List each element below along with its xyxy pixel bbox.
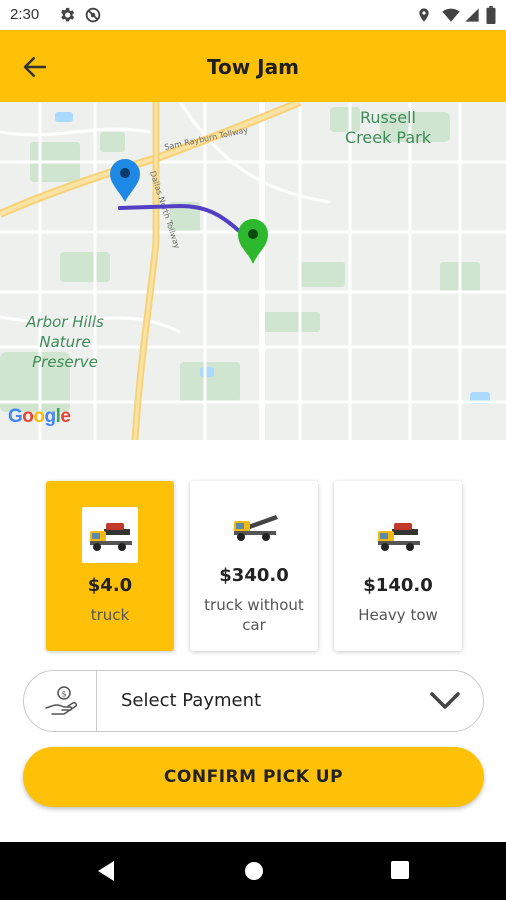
- google-logo: Google: [8, 406, 71, 427]
- page-title: Tow Jam: [207, 55, 299, 79]
- gear-icon: [58, 6, 76, 28]
- chevron-down-icon[interactable]: [429, 687, 461, 715]
- vehicle-price: $140.0: [363, 575, 433, 596]
- vehicle-card-truck-without-car[interactable]: $340.0 truck without car: [190, 481, 318, 651]
- nav-recents-icon[interactable]: [390, 860, 410, 884]
- system-nav-bar: [0, 842, 506, 900]
- map-label-arbor: Arbor Hills Nature Preserve: [26, 313, 104, 371]
- vehicle-label: truck: [90, 606, 130, 624]
- nav-back-icon[interactable]: [96, 860, 116, 886]
- vehicle-card-truck[interactable]: $4.0 truck: [46, 481, 174, 651]
- app-bar: Tow Jam: [0, 30, 506, 102]
- payment-selector[interactable]: $ Select Payment: [23, 670, 484, 732]
- svg-text:$: $: [62, 690, 67, 699]
- battery-icon: [486, 6, 496, 28]
- vehicle-price: $4.0: [87, 575, 133, 596]
- map-label-russell: Russell Creek Park: [344, 108, 431, 147]
- signal-icon: [464, 6, 480, 28]
- confirm-pickup-button[interactable]: CONFIRM PICK UP: [23, 747, 484, 807]
- map-canvas: Sam Rayburn Tollway Dallas North Tollway: [0, 102, 506, 440]
- vehicle-label: Heavy tow: [358, 606, 438, 624]
- no-sim-icon: [84, 6, 102, 28]
- payment-label: Select Payment: [121, 690, 262, 711]
- vehicle-price: $340.0: [219, 565, 289, 586]
- vehicle-card-heavy-tow[interactable]: $140.0 Heavy tow: [334, 481, 462, 651]
- status-bar: 2:30: [0, 0, 506, 30]
- wifi-icon: [442, 6, 460, 28]
- flatbed-truck-icon: [226, 497, 282, 553]
- hand-money-icon: $: [44, 684, 80, 720]
- location-icon: [416, 6, 432, 28]
- tow-truck-with-car-icon: [82, 507, 138, 563]
- payment-divider: [96, 671, 97, 731]
- nav-home-icon[interactable]: [243, 860, 265, 886]
- status-time: 2:30: [10, 6, 40, 23]
- origin-marker-icon[interactable]: [110, 159, 140, 202]
- vehicle-label: truck without car: [204, 596, 304, 634]
- map-view[interactable]: Sam Rayburn Tollway Dallas North Tollway: [0, 102, 506, 440]
- tow-truck-with-car-icon: [370, 507, 426, 563]
